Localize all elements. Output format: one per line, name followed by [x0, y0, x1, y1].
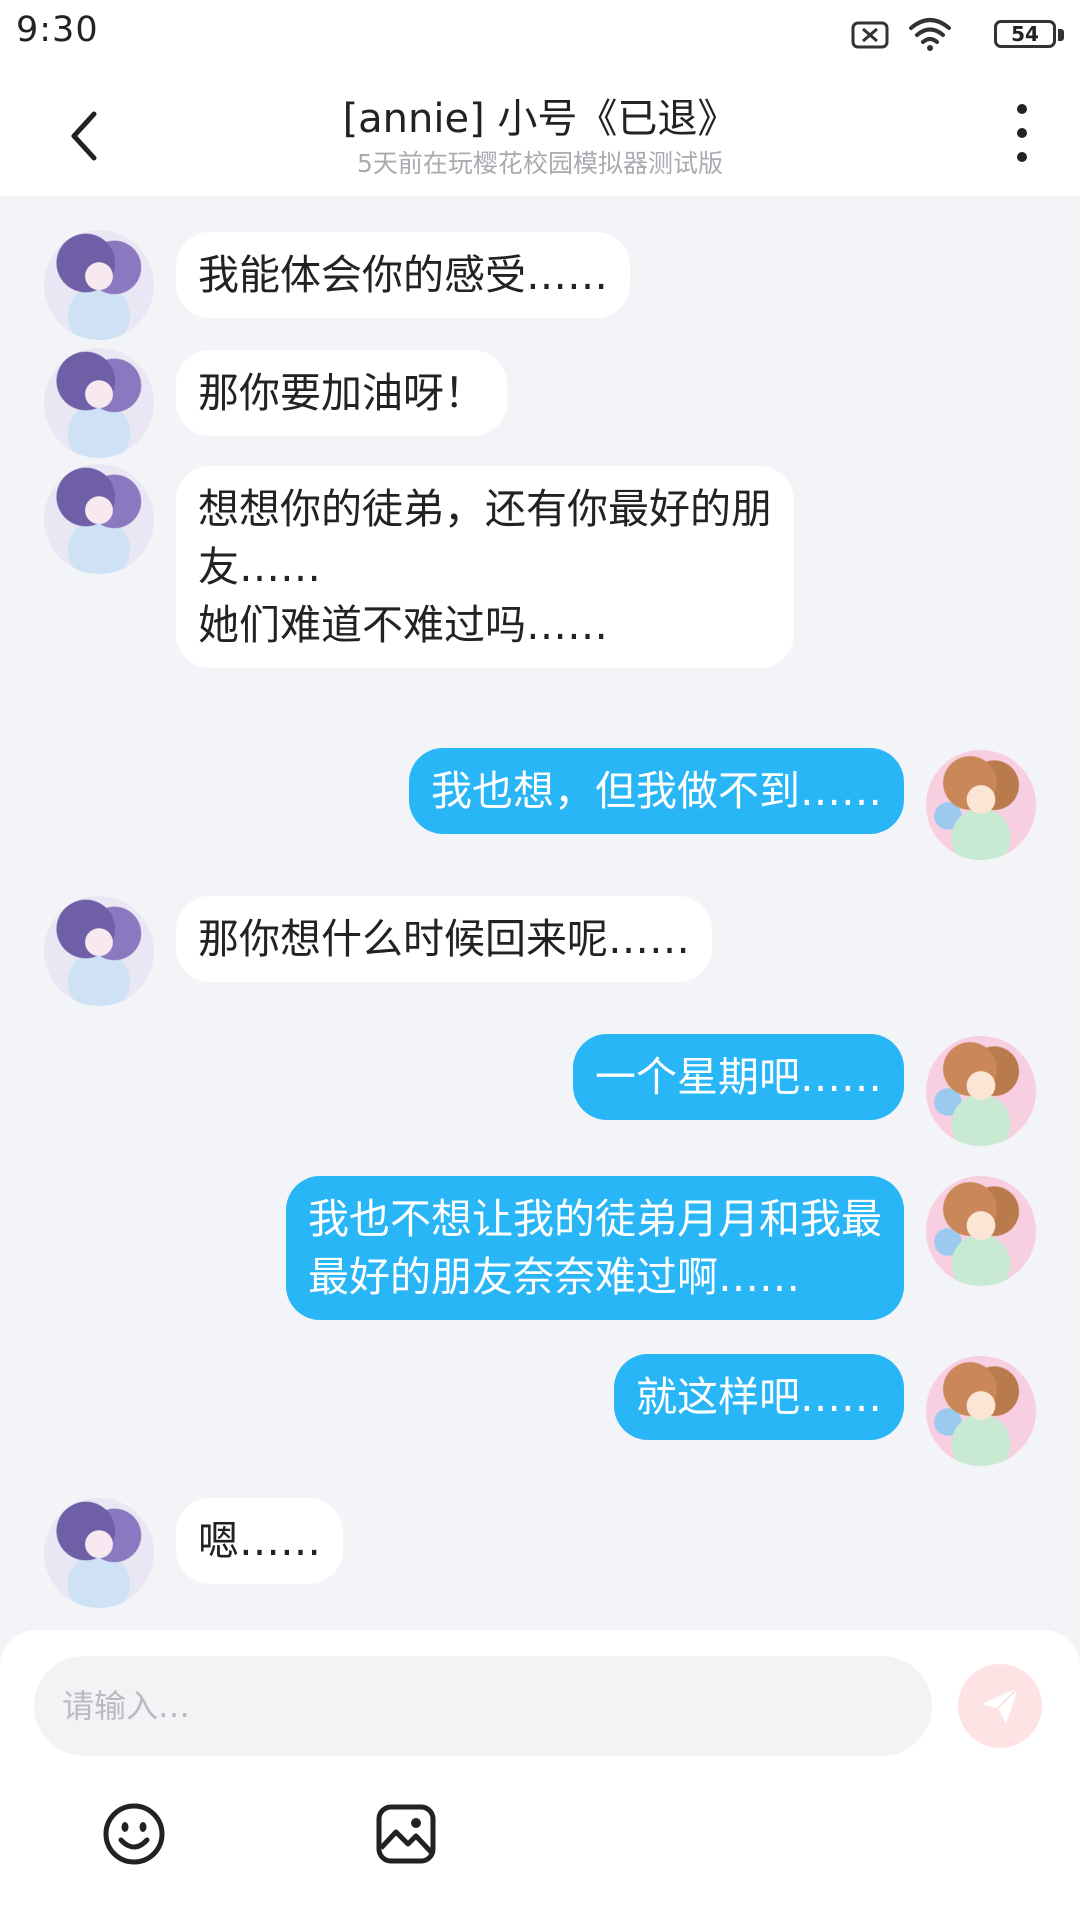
message-list[interactable]: 我能体会你的感受…… 那你要加油呀！ 想想你的徒弟，还有你最好的朋 友…… 她们…: [0, 196, 1080, 1630]
chat-header: [annie] 小号《已退》 5天前在玩樱花校园模拟器测试版: [0, 66, 1080, 196]
message-input[interactable]: [34, 1656, 932, 1756]
emoji-button[interactable]: [102, 1802, 166, 1866]
battery-icon: 54: [994, 20, 1056, 48]
message-bubble-sent[interactable]: 就这样吧……: [614, 1354, 904, 1440]
message-bubble-received[interactable]: 那你想什么时候回来呢……: [176, 896, 712, 982]
message-bubble-received[interactable]: 嗯……: [176, 1498, 343, 1584]
send-icon: [982, 1687, 1019, 1724]
more-button[interactable]: [1010, 104, 1034, 170]
emoji-icon: [103, 1803, 165, 1865]
contact-avatar[interactable]: [44, 348, 154, 458]
wifi-icon: [909, 18, 951, 51]
message-bubble-sent[interactable]: 我也不想让我的徒弟月月和我最 最好的朋友奈奈难过啊……: [286, 1176, 904, 1320]
message-composer: [0, 1630, 1080, 1920]
send-button[interactable]: [958, 1664, 1042, 1748]
chat-title: [annie] 小号《已退》: [342, 96, 738, 142]
status-time: 9:30: [16, 10, 99, 50]
contact-avatar[interactable]: [44, 464, 154, 574]
message-bubble-received[interactable]: 我能体会你的感受……: [176, 232, 630, 318]
message-bubble-sent[interactable]: 一个星期吧……: [573, 1034, 904, 1120]
chat-screen: 9:30 54 [annie] 小号《已退》 5天前在玩樱花校园模拟器测试版 我…: [0, 0, 1080, 1920]
my-avatar[interactable]: [926, 1036, 1036, 1146]
my-avatar[interactable]: [926, 1176, 1036, 1286]
message-bubble-received[interactable]: 想想你的徒弟，还有你最好的朋 友…… 她们难道不难过吗……: [176, 466, 794, 668]
chat-subtitle: 5天前在玩樱花校园模拟器测试版: [357, 149, 723, 178]
contact-avatar[interactable]: [44, 230, 154, 340]
contact-avatar[interactable]: [44, 1498, 154, 1608]
sim-off-icon: [851, 21, 889, 49]
message-bubble-sent[interactable]: 我也想，但我做不到……: [409, 748, 904, 834]
status-icons: 54: [824, 14, 1064, 54]
status-bar: 9:30 54: [0, 0, 1080, 66]
image-icon: [376, 1804, 436, 1864]
battery-tip: [1058, 29, 1064, 41]
my-avatar[interactable]: [926, 750, 1036, 860]
battery-level: 54: [1011, 22, 1039, 46]
more-vertical-icon: [1010, 104, 1034, 162]
contact-avatar[interactable]: [44, 896, 154, 1006]
image-button[interactable]: [374, 1802, 438, 1866]
my-avatar[interactable]: [926, 1356, 1036, 1466]
message-bubble-received[interactable]: 那你要加油呀！: [176, 350, 507, 436]
